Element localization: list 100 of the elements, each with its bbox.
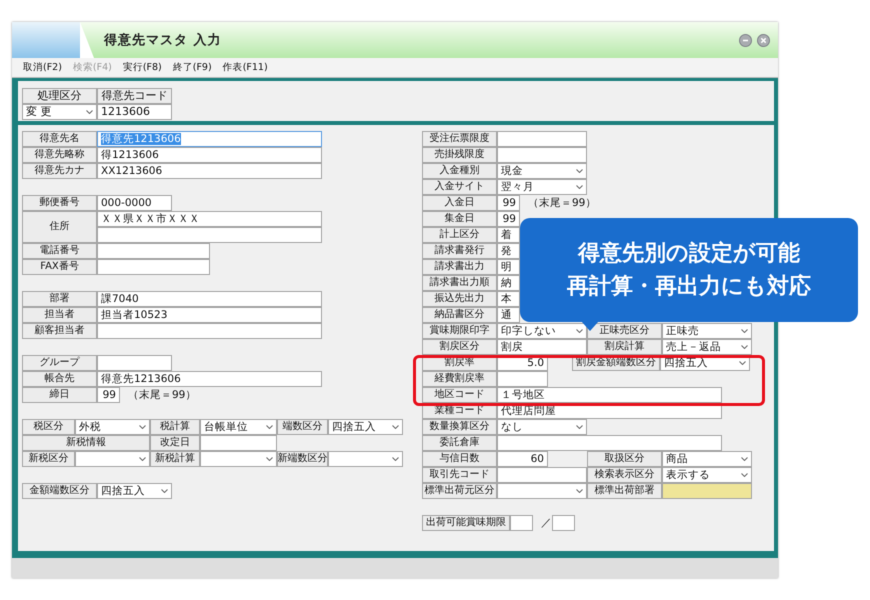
field-label: 新税区分 (22, 451, 75, 467)
field-label: 新端数区分 (277, 451, 328, 467)
dropdown[interactable]: 印字しない (497, 323, 587, 339)
dropdown[interactable]: 台帳単位 (200, 419, 277, 435)
field-label: 入金日 (422, 195, 497, 211)
text-field[interactable]: 割戻 (497, 339, 587, 355)
text-field[interactable]: 99 (497, 211, 520, 227)
text-field[interactable] (552, 515, 575, 531)
field-label: 賞味期限印字 (422, 323, 497, 339)
circle-button-icon[interactable] (739, 34, 752, 46)
field-label: 端数区分 (277, 419, 328, 435)
text-field[interactable] (497, 467, 587, 483)
field-label: 得意先略称 (22, 147, 97, 163)
text-field[interactable]: 99 (497, 195, 520, 211)
note-text: （末尾＝99） (127, 388, 196, 402)
field-label: 割戻計算 (587, 339, 662, 355)
chevron-icon (576, 169, 583, 173)
text-field[interactable] (200, 435, 277, 451)
text-field[interactable]: 担当者10523 (97, 307, 322, 323)
dropdown[interactable]: 翌々月 (497, 179, 587, 195)
text-field[interactable] (497, 371, 548, 387)
field-label: 取引先コード (422, 467, 497, 483)
field-label: 部署 (22, 291, 97, 307)
chevron-icon (576, 329, 583, 333)
field-label: 改定日 (150, 435, 200, 451)
field-label: 割戻区分 (422, 339, 497, 355)
field-label: 正味売区分 (587, 323, 662, 339)
field-label: 地区コード (422, 387, 497, 403)
text-field[interactable]: 着 (497, 227, 520, 243)
text-field[interactable]: 納 (497, 275, 520, 291)
dropdown[interactable]: 売上－返品 (662, 339, 752, 355)
menu-item[interactable]: 取消(F2) (23, 61, 62, 74)
dropdown[interactable]: 変 更 (22, 104, 97, 120)
chevron-icon (139, 457, 146, 461)
chevron-icon (741, 345, 748, 349)
field-label: 請求書発行 (422, 243, 497, 259)
dropdown[interactable]: 四捨五入 (328, 419, 403, 435)
text-field[interactable]: XX1213606 (97, 163, 322, 179)
menu-item[interactable]: 作表(F11) (222, 61, 268, 74)
dropdown[interactable] (497, 483, 587, 499)
field-label: 入金種別 (422, 163, 497, 179)
text-field[interactable] (510, 515, 533, 531)
chevron-icon (266, 425, 273, 429)
field-label: 受注伝票限度 (422, 131, 497, 147)
text-field[interactable]: 発 (497, 243, 520, 259)
field-label: 締日 (22, 387, 97, 403)
text-field[interactable]: 99 (97, 387, 120, 403)
text-field[interactable] (97, 323, 322, 339)
callout-tooltip: 得意先別の設定が可能 再計算・再出力にも対応 (520, 218, 858, 322)
dropdown[interactable] (75, 451, 150, 467)
text-field[interactable] (497, 147, 587, 163)
field-label: 集金日 (422, 211, 497, 227)
field-label: 得意先名 (22, 131, 97, 147)
text-field[interactable]: 000-0000 (97, 195, 172, 211)
chevron-icon (86, 110, 93, 114)
dropdown[interactable]: なし (497, 419, 587, 435)
field-label: 処理区分 (22, 88, 97, 104)
dropdown[interactable] (200, 451, 277, 467)
dropdown[interactable]: 商品 (662, 451, 752, 467)
dropdown[interactable]: 表示する (662, 467, 752, 483)
text-field[interactable]: 課7040 (97, 291, 322, 307)
text-field[interactable] (97, 243, 210, 259)
text-field[interactable] (97, 259, 210, 275)
dropdown[interactable]: 外税 (75, 419, 150, 435)
field-label: 経費割戻率 (422, 371, 497, 387)
text-field[interactable]: １号地区 (497, 387, 722, 403)
text-field[interactable]: 得意先1213606 (97, 371, 322, 387)
field-label: 請求書出力順 (422, 275, 497, 291)
text-field[interactable] (97, 227, 322, 243)
chevron-icon (392, 425, 399, 429)
field-label: 担当者 (22, 307, 97, 323)
menu-item[interactable]: 実行(F8) (122, 61, 162, 74)
text-field[interactable]: 60 (497, 451, 548, 467)
text-field[interactable]: 通 (497, 307, 520, 323)
dropdown[interactable]: 現金 (497, 163, 587, 179)
field-label: 請求書出力 (422, 259, 497, 275)
field-label: 得意先コード (97, 88, 172, 104)
text-field[interactable] (97, 355, 172, 371)
text-field[interactable] (662, 483, 752, 499)
text-field[interactable]: 明 (497, 259, 520, 275)
field-label: 標準出荷元区分 (422, 483, 497, 499)
field-label: 検索表示区分 (587, 467, 662, 483)
text-field[interactable]: 1213606 (97, 104, 172, 120)
chevron-icon (576, 489, 583, 493)
text-field[interactable] (497, 435, 722, 451)
text-field[interactable]: ＸＸ県ＸＸ市ＸＸＸ (97, 211, 322, 227)
field-label: 得意先カナ (22, 163, 97, 179)
dropdown[interactable]: 四捨五入 (97, 483, 172, 499)
field-label: 税区分 (22, 419, 75, 435)
dropdown[interactable] (328, 451, 403, 467)
field-label: 委託倉庫 (422, 435, 497, 451)
chevron-icon (161, 489, 168, 493)
chevron-icon (392, 457, 399, 461)
dropdown[interactable]: 正味売 (662, 323, 752, 339)
text-field[interactable] (497, 131, 587, 147)
text-field[interactable]: 本 (497, 291, 520, 307)
menu-item[interactable]: 終了(F9) (172, 61, 212, 74)
close-icon[interactable] (757, 34, 770, 46)
chevron-icon (266, 457, 273, 461)
text-field[interactable]: 得1213606 (97, 147, 322, 163)
